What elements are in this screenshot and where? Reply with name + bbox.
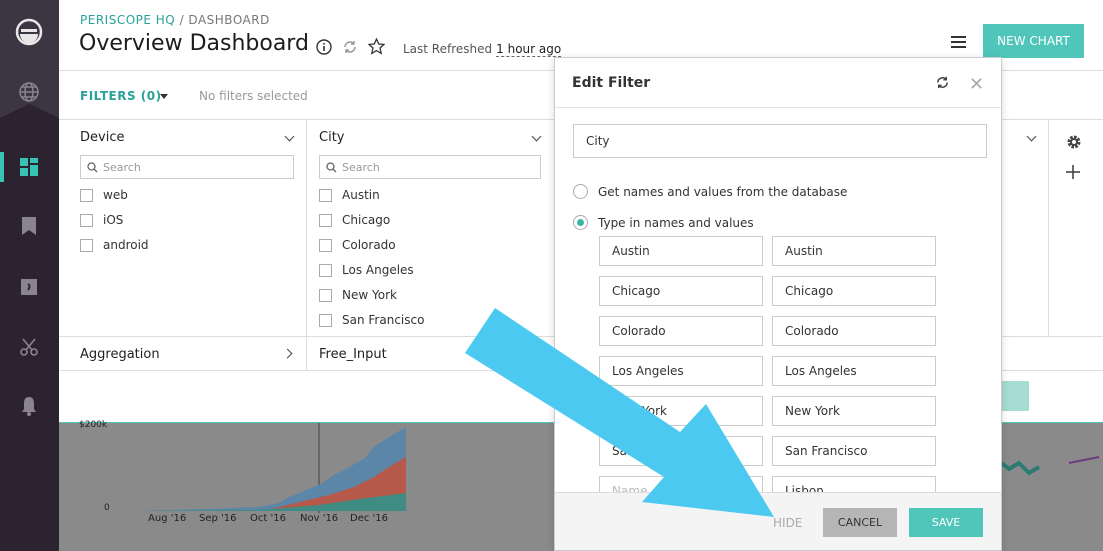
annotation-arrow	[465, 308, 774, 517]
